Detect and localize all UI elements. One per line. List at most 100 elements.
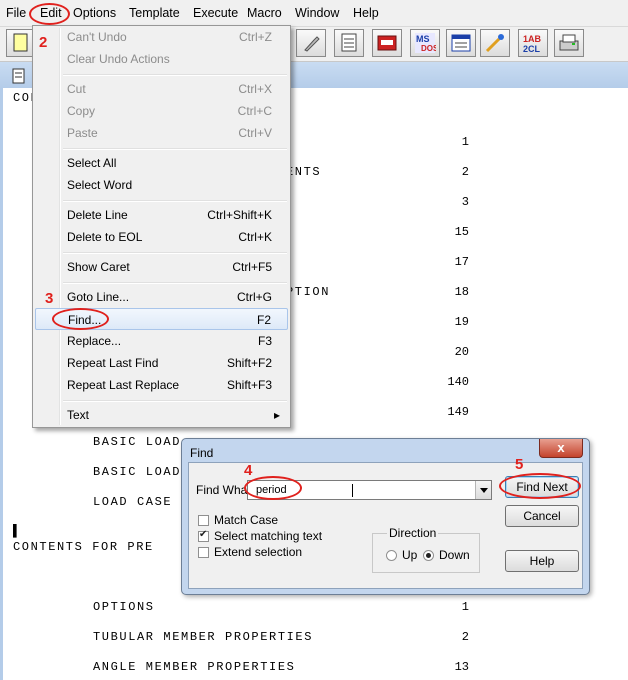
find-dialog: Find x Find What period Match Case Selec… <box>181 438 590 595</box>
chevron-down-icon <box>480 488 488 493</box>
annotation-step-3: 3 <box>45 290 54 307</box>
down-radio[interactable] <box>423 550 434 561</box>
tape-button[interactable] <box>372 29 402 57</box>
edit-menu: Can't Undo Ctrl+Z Clear Undo Actions Cut C… <box>32 25 291 428</box>
doc-line: TUBULAR MEMBER PROPERTIES <box>93 630 314 644</box>
menu-item-shortcut: Ctrl+X <box>238 82 272 96</box>
menu-item-undo[interactable]: Can't Undo Ctrl+Z <box>35 26 288 48</box>
ms-dos-button[interactable]: MS DOS <box>410 29 440 57</box>
menu-item-shortcut: Shift+F2 <box>226 356 272 370</box>
window-icon <box>451 34 471 52</box>
tape-icon <box>377 35 397 51</box>
menu-item-cut[interactable]: Cut Ctrl+X <box>35 78 288 100</box>
menu-item-shortcut: Ctrl+C <box>237 104 272 118</box>
extend-selection-checkbox[interactable] <box>198 547 209 558</box>
menu-item-label: Paste <box>67 126 98 140</box>
doc-cursor-mark: ▌ <box>13 524 21 538</box>
doc-line: PTION <box>286 285 331 299</box>
page-number: 20 <box>454 345 469 359</box>
gear-button[interactable] <box>296 29 326 57</box>
new-file-icon <box>13 33 28 52</box>
submenu-arrow-icon: ▸ <box>273 408 280 422</box>
menu-item-paste[interactable]: Paste Ctrl+V <box>35 122 288 144</box>
page-number: 1 <box>461 600 469 614</box>
annotation-ellipse-find <box>52 308 109 330</box>
ms-dos-icon: MSDOS <box>415 33 436 53</box>
text-caret <box>352 484 353 497</box>
menu-execute[interactable]: Execute <box>193 6 238 20</box>
menu-item-select-all[interactable]: Select All <box>35 152 288 174</box>
menu-separator <box>63 282 287 284</box>
menu-separator <box>63 252 287 254</box>
help-button[interactable]: Help <box>505 550 579 572</box>
menu-item-label: Goto Line... <box>67 290 130 304</box>
svg-text:MS: MS <box>416 34 430 44</box>
find-what-label: Find What <box>196 483 251 497</box>
menu-item-clear-undo[interactable]: Clear Undo Actions <box>35 48 288 70</box>
menu-item-label: Clear Undo Actions <box>67 52 170 66</box>
menu-item-delete-eol[interactable]: Delete to EOL Ctrl+K <box>35 226 288 248</box>
menu-item-label: Can't Undo <box>67 30 127 44</box>
menu-item-shortcut: F3 <box>257 334 272 348</box>
dropdown-button[interactable] <box>475 481 491 499</box>
menu-item-select-word[interactable]: Select Word <box>35 174 288 196</box>
printer-icon <box>559 34 579 51</box>
page-number: 18 <box>454 285 469 299</box>
window-button[interactable] <box>446 29 476 57</box>
annotation-step-4: 4 <box>244 462 253 479</box>
page-number: 2 <box>461 165 469 179</box>
menu-item-label: Copy <box>67 104 96 118</box>
tools-button[interactable] <box>480 29 510 57</box>
doc-line: OPTIONS <box>93 600 155 614</box>
menu-item-shortcut: Ctrl+Shift+K <box>207 208 272 222</box>
up-radio[interactable] <box>386 550 397 561</box>
menu-item-shortcut: Ctrl+V <box>238 126 272 140</box>
menu-item-goto-line[interactable]: Goto Line... Ctrl+G <box>35 286 288 308</box>
menu-file[interactable]: File <box>6 6 26 20</box>
menu-item-show-caret[interactable]: Show Caret Ctrl+F5 <box>35 256 288 278</box>
menu-item-label: Text <box>67 408 90 422</box>
gear-icon <box>304 36 320 52</box>
doc-line: LOAD CASE C <box>93 495 190 509</box>
page-number: 17 <box>454 255 469 269</box>
printer-button[interactable] <box>554 29 584 57</box>
page-number: 2 <box>461 630 469 644</box>
menu-help[interactable]: Help <box>353 6 379 20</box>
menu-separator <box>63 400 287 402</box>
svg-text:2CL: 2CL <box>523 44 541 54</box>
menu-bar: File Edit Options Template Execute Macro… <box>0 0 628 27</box>
menu-item-label: Delete to EOL <box>67 230 143 244</box>
list-button[interactable] <box>334 29 364 57</box>
menu-item-copy[interactable]: Copy Ctrl+C <box>35 100 288 122</box>
doc-line: ANGLE MEMBER PROPERTIES <box>93 660 296 674</box>
document-icon <box>12 68 25 84</box>
menu-item-label: Replace... <box>67 334 122 348</box>
menu-item-label: Cut <box>67 82 86 96</box>
page-number: 140 <box>447 375 469 389</box>
select-matching-checkbox[interactable] <box>198 529 209 542</box>
menu-template[interactable]: Template <box>129 6 180 20</box>
match-case-label: Match Case <box>214 513 279 527</box>
annotation-ellipse-edit <box>29 3 70 25</box>
menu-separator <box>63 74 287 76</box>
menu-item-repeat-last-find[interactable]: Repeat Last Find Shift+F2 <box>35 352 288 374</box>
doc-line: BASIC LOAD <box>93 435 182 449</box>
menu-item-label: Select All <box>67 156 117 170</box>
menu-item-replace[interactable]: Replace... F3 <box>35 330 288 352</box>
menu-item-shortcut: Ctrl+Z <box>239 30 272 44</box>
annotation-step-2: 2 <box>39 34 48 51</box>
menu-item-delete-line[interactable]: Delete Line Ctrl+Shift+K <box>35 204 288 226</box>
page-number: 19 <box>454 315 469 329</box>
menu-window[interactable]: Window <box>295 6 339 20</box>
match-case-checkbox[interactable] <box>198 515 209 526</box>
menu-item-repeat-last-replace[interactable]: Repeat Last Replace Shift+F3 <box>35 374 288 396</box>
page-number: 15 <box>454 225 469 239</box>
menu-macro[interactable]: Macro <box>247 6 282 20</box>
menu-options[interactable]: Options <box>73 6 116 20</box>
extend-selection-label: Extend selection <box>214 545 303 559</box>
close-button[interactable]: x <box>539 439 583 458</box>
annotation-step-5: 5 <box>515 456 524 473</box>
menu-item-text[interactable]: Text ▸ <box>35 404 288 426</box>
abc-sort-button[interactable]: 1AB 2CL <box>518 29 548 57</box>
cancel-button[interactable]: Cancel <box>505 505 579 527</box>
